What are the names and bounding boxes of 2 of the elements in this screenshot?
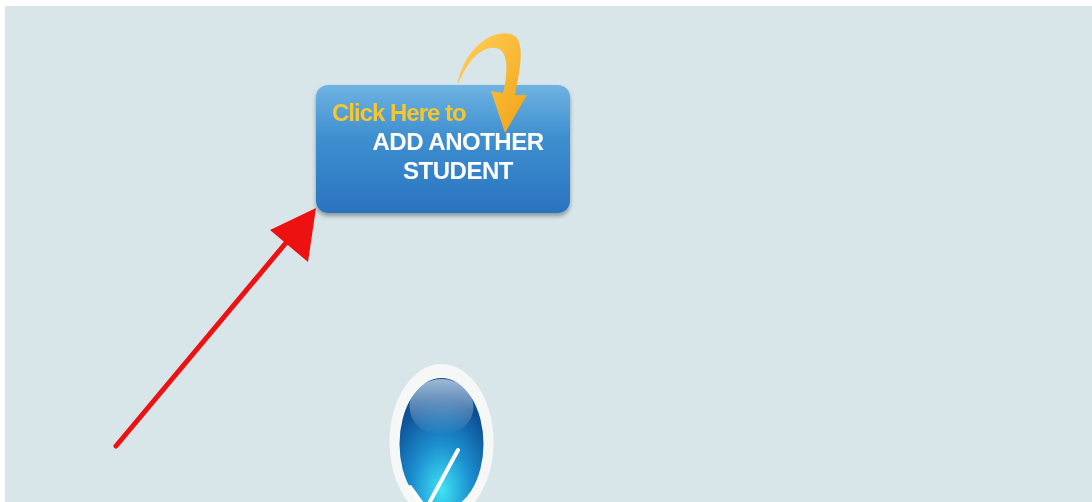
checkmark-button[interactable] — [388, 362, 495, 502]
add-student-button[interactable]: Click Here to ADD ANOTHER STUDENT — [316, 85, 570, 213]
